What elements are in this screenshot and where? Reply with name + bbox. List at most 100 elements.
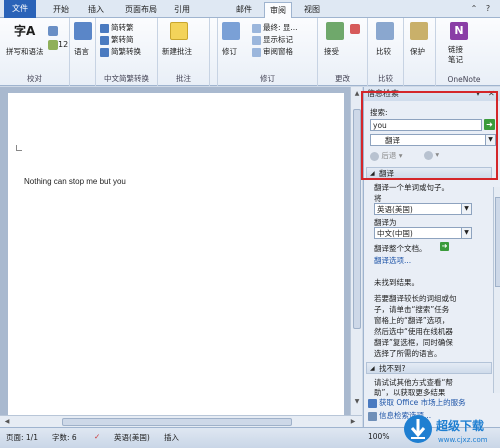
highlight-box — [361, 91, 498, 180]
accept-button[interactable]: 接受 — [324, 46, 339, 57]
to-simplified-button[interactable]: 繁转简 — [100, 34, 134, 45]
group-onenote: N 链接 笔记 OneNote — [436, 18, 492, 86]
get-services-link[interactable]: 获取 Office 市场上的服务 — [368, 397, 466, 408]
onenote-icon: N — [450, 22, 468, 40]
minimize-ribbon-icon[interactable]: ⌃ — [468, 3, 480, 15]
document-area: Nothing can stop me but you — [0, 87, 350, 415]
to-simplified-label: 繁转简 — [111, 35, 134, 44]
to-traditional-label: 简转繁 — [111, 23, 134, 32]
group-proofing-label: 校对 — [27, 74, 42, 83]
translation-options-link[interactable]: 翻译选项... — [374, 255, 411, 266]
watermark-text: 超级下载 — [435, 418, 484, 433]
language-status[interactable]: 英语(美国) — [114, 432, 150, 443]
insert-mode[interactable]: 插入 — [164, 432, 179, 443]
protect-icon — [410, 22, 428, 40]
translate-desc: 翻译一个单词或句子。 — [374, 183, 449, 192]
vertical-scroll-thumb[interactable] — [353, 109, 361, 329]
not-found-section-label: 找不到? — [379, 364, 406, 373]
help-icon[interactable]: ? — [482, 3, 494, 15]
scroll-left-icon[interactable]: ◀ — [2, 417, 12, 427]
chinese-convert-icon — [100, 47, 109, 57]
hint-line: 若要翻译较长的词组或句 — [374, 294, 457, 303]
group-tracking: 修订 最终: 显... 显示标记 审阅窗格 修订 — [218, 18, 318, 86]
hint-line: 然后选中“使用在线机器 — [374, 327, 453, 336]
chinese-convert-button[interactable]: 简繁转换 — [100, 46, 141, 57]
new-comment-button[interactable]: 新建批注 — [162, 46, 192, 57]
horizontal-scroll-thumb[interactable] — [62, 418, 292, 426]
from-language-value: 英语(美国) — [377, 205, 413, 214]
tab-view[interactable]: 视图 — [300, 2, 324, 18]
thesaurus-icon[interactable] — [48, 40, 58, 50]
not-found-section-header[interactable]: ◢ 找不到? — [366, 362, 492, 374]
document-page[interactable]: Nothing can stop me but you — [8, 93, 344, 415]
language-button[interactable]: 语言 — [74, 46, 89, 57]
track-changes-button[interactable]: 修订 — [222, 46, 237, 57]
pane-scroll-thumb[interactable] — [495, 197, 500, 287]
tab-references[interactable]: 引用 — [170, 2, 194, 18]
spelling-button[interactable]: 拼写和语法 — [6, 46, 44, 57]
hint-line: 翻译”复选框，同时确保 — [374, 338, 453, 347]
watermark-url: www.cjxz.com — [438, 436, 488, 444]
office-market-icon — [368, 398, 377, 408]
research-icon[interactable] — [48, 26, 58, 36]
chinese-convert-label: 简繁转换 — [111, 47, 141, 56]
group-protect: 保护 — [404, 18, 436, 86]
document-text[interactable]: Nothing can stop me but you — [24, 177, 126, 186]
group-language: 语言 — [70, 18, 96, 86]
hint-line: 选择了所需的语言。 — [374, 349, 442, 358]
show-markup-label: 显示标记 — [263, 35, 293, 44]
translate-document-label: 翻译整个文档。 — [374, 244, 427, 253]
word-count[interactable]: 字数: 6 — [52, 432, 77, 443]
horizontal-scrollbar[interactable]: ◀ ▶ — [0, 415, 362, 427]
group-onenote-label: OneNote — [447, 75, 481, 84]
zoom-level[interactable]: 100% — [368, 432, 389, 441]
translate-document-go-icon[interactable]: ➜ — [440, 242, 449, 251]
track-changes-icon — [222, 22, 240, 40]
group-tracking-label: 修订 — [260, 74, 275, 83]
spelling-icon: 字A — [14, 24, 36, 38]
tab-home[interactable]: 开始 — [48, 2, 74, 18]
tab-mailings[interactable]: 邮件 — [232, 2, 256, 18]
reject-icon[interactable] — [350, 24, 360, 34]
tab-insert[interactable]: 插入 — [84, 2, 108, 18]
ribbon-tab-bar: 文件 开始 插入 页面布局 引用 邮件 审阅 视图 ⌃ ? — [0, 0, 500, 19]
show-markup-button[interactable]: 显示标记 — [252, 34, 293, 45]
tab-page-layout[interactable]: 页面布局 — [118, 2, 164, 18]
word-count-icon[interactable]: 12 — [58, 40, 68, 50]
to-traditional-icon — [100, 23, 109, 33]
group-comments: 新建批注 批注 — [158, 18, 210, 86]
comment-nav — [210, 18, 218, 86]
group-compare-label: 比较 — [378, 74, 393, 83]
group-comments-label: 批注 — [176, 74, 191, 83]
group-chinese-conversion: 简转繁 繁转简 简繁转换 中文简繁转换 — [96, 18, 158, 86]
group-proofing: 字A 拼写和语法 12 校对 — [0, 18, 70, 86]
proofing-status-icon[interactable]: ✓ — [94, 432, 100, 441]
page-count[interactable]: 页面: 1/1 — [6, 432, 38, 443]
new-comment-icon — [170, 22, 188, 40]
linked-notes-label: 笔记 — [448, 55, 463, 64]
watermark-logo: 超级下载 www.cjxz.com — [402, 410, 500, 448]
review-pane-button[interactable]: 审阅窗格 — [252, 46, 293, 57]
get-services-label: 获取 Office 市场上的服务 — [379, 398, 466, 407]
tab-file[interactable]: 文件 — [4, 0, 36, 18]
to-language-value: 中文(中国) — [377, 229, 413, 238]
protect-button[interactable]: 保护 — [410, 46, 425, 57]
group-changes: 接受 更改 — [318, 18, 368, 86]
tab-review[interactable]: 审阅 — [264, 2, 292, 19]
language-icon — [74, 22, 92, 40]
to-traditional-button[interactable]: 简转繁 — [100, 22, 134, 33]
group-compare: 比较 比较 — [368, 18, 404, 86]
compare-button[interactable]: 比较 — [376, 46, 391, 57]
margin-mark — [16, 145, 22, 151]
display-review-icon — [252, 23, 261, 33]
scroll-down-icon[interactable]: ▼ — [352, 397, 362, 407]
to-language-dropdown[interactable]: 中文(中国) ▼ — [374, 227, 472, 239]
collapse-icon: ◢ — [370, 365, 375, 372]
accept-icon — [326, 22, 344, 40]
pane-scrollbar[interactable] — [493, 187, 500, 393]
compare-icon — [376, 22, 394, 40]
display-for-review-dropdown[interactable]: 最终: 显... — [252, 22, 298, 33]
from-language-dropdown[interactable]: 英语(美国) ▼ — [374, 203, 472, 215]
scroll-right-icon[interactable]: ▶ — [348, 417, 358, 427]
review-pane-label: 审阅窗格 — [263, 47, 293, 56]
